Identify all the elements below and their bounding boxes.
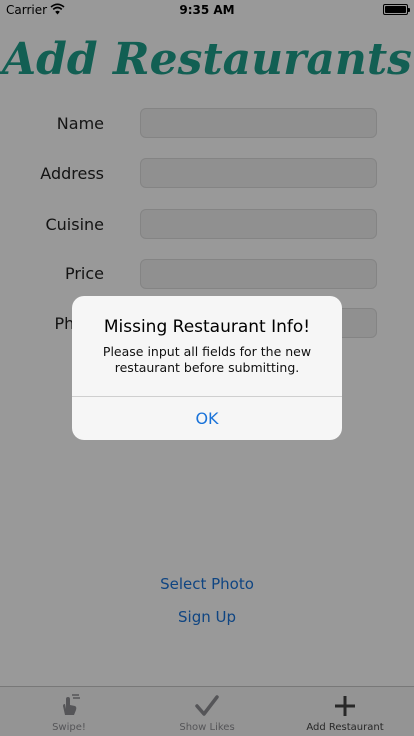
alert-title: Missing Restaurant Info! (103, 317, 311, 337)
missing-info-alert: Missing Restaurant Info! Please input al… (72, 296, 342, 440)
alert-message: Please input all fields for the new rest… (102, 344, 312, 375)
add-restaurant-screen: Carrier 9:35 AM Add Restaurants Name Add… (0, 0, 414, 736)
alert-ok-button[interactable]: OK (72, 397, 342, 440)
